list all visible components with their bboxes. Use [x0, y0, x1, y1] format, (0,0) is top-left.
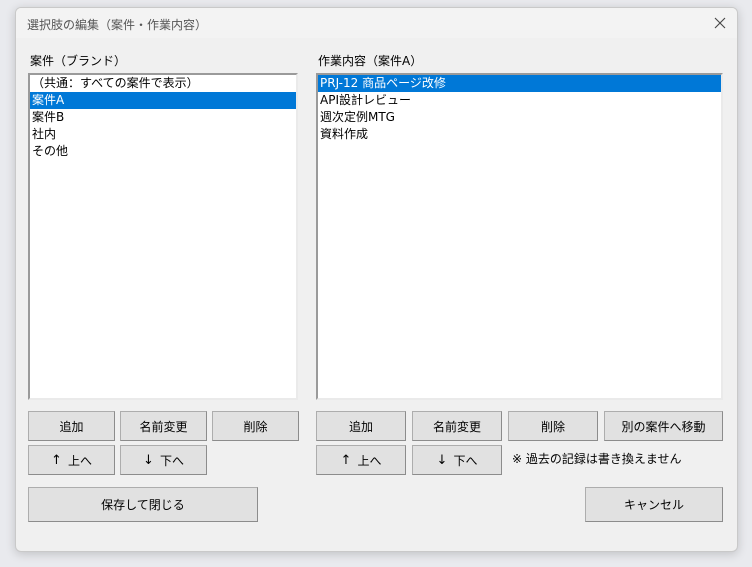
down-arrow-icon: ↓ — [436, 452, 448, 468]
project-list-item[interactable]: その他 — [30, 143, 296, 160]
move-down-label: 下へ — [159, 453, 184, 468]
title-bar: 選択肢の編集（案件・作業内容） — [16, 8, 737, 38]
project-list-item[interactable]: （共通：すべての案件で表示） — [30, 75, 296, 92]
close-icon — [714, 17, 726, 29]
task-list-item[interactable]: API設計レビュー — [318, 92, 721, 109]
project-list-item[interactable]: 案件A — [30, 92, 296, 109]
history-note: ※ 過去の記録は書き換えません — [512, 452, 682, 466]
task-listbox[interactable]: PRJ-12 商品ページ改修 API設計レビュー 週次定例MTG 資料作成 — [316, 73, 723, 400]
task-move-to-project-button[interactable]: 別の案件へ移動 — [604, 411, 723, 441]
project-move-down-button[interactable]: ↓ 下へ — [120, 445, 207, 475]
task-list-item[interactable]: PRJ-12 商品ページ改修 — [318, 75, 721, 92]
move-up-label: 上へ — [67, 453, 92, 468]
task-list-item[interactable]: 週次定例MTG — [318, 109, 721, 126]
up-arrow-icon: ↑ — [51, 452, 62, 468]
edit-options-dialog: 選択肢の編集（案件・作業内容） 案件（ブランド） （共通：すべての案件で表示）案… — [15, 7, 738, 552]
project-move-up-button[interactable]: ↑ 上へ — [28, 445, 115, 475]
task-add-button[interactable]: 追加 — [316, 411, 406, 441]
save-close-button[interactable]: 保存して閉じる — [28, 487, 258, 522]
move-up-label: 上へ — [357, 453, 382, 468]
task-delete-button[interactable]: 削除 — [508, 411, 598, 441]
down-arrow-icon: ↓ — [143, 452, 154, 468]
task-list-item[interactable]: 資料作成 — [318, 126, 721, 143]
task-list: PRJ-12 商品ページ改修 API設計レビュー 週次定例MTG 資料作成 — [318, 75, 721, 143]
cancel-button[interactable]: キャンセル — [585, 487, 723, 522]
task-rename-button[interactable]: 名前変更 — [412, 411, 502, 441]
project-heading: 案件（ブランド） — [30, 54, 127, 68]
close-button[interactable] — [707, 11, 733, 35]
task-move-down-button[interactable]: ↓ 下へ — [412, 445, 502, 475]
project-listbox[interactable]: （共通：すべての案件で表示） 案件A 案件B 社内 その他 — [28, 73, 298, 400]
project-list-item[interactable]: 社内 — [30, 126, 296, 143]
project-list-item[interactable]: 案件B — [30, 109, 296, 126]
project-list: （共通：すべての案件で表示） 案件A 案件B 社内 その他 — [30, 75, 296, 160]
up-arrow-icon: ↑ — [340, 452, 352, 468]
project-add-button[interactable]: 追加 — [28, 411, 115, 441]
window-title: 選択肢の編集（案件・作業内容） — [27, 18, 208, 32]
project-delete-button[interactable]: 削除 — [212, 411, 299, 441]
move-down-label: 下へ — [453, 453, 478, 468]
task-move-up-button[interactable]: ↑ 上へ — [316, 445, 406, 475]
task-heading: 作業内容（案件A） — [318, 54, 423, 68]
project-rename-button[interactable]: 名前変更 — [120, 411, 207, 441]
